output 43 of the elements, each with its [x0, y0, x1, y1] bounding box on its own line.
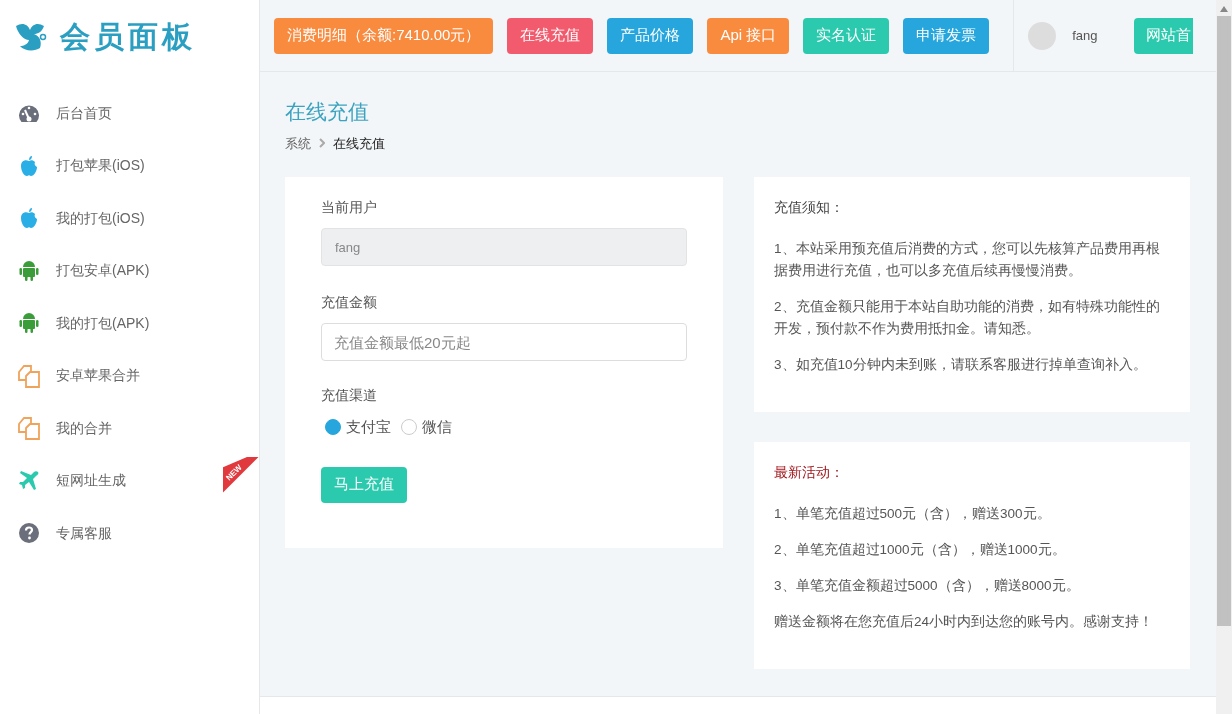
sidebar-item[interactable]: 专属客服 — [0, 507, 259, 560]
payment-radio[interactable]: 支付宝 — [325, 416, 391, 439]
android-icon — [19, 259, 39, 282]
payment-radio[interactable]: 微信 — [401, 416, 452, 439]
sidebar-item[interactable]: 我的合并 — [0, 402, 259, 455]
card-paragraph: 3、如充值10分钟内未到账，请联系客服进行掉单查询补入。 — [774, 356, 1148, 374]
card-paragraph: 2、充值金额只能用于本站自助功能的消费，如有特殊功能性的开发，预付款不作为费用抵扣金。请知悉。 — [774, 298, 1161, 338]
dashboard-gauge-icon — [17, 102, 41, 125]
card-paragraph: 3、单笔充值金额超过5000（含），赠送8000元。 — [774, 577, 1081, 595]
card-title: 充值须知： — [774, 198, 845, 217]
card-title: 最新活动： — [774, 463, 845, 482]
user-name: fang — [1072, 26, 1098, 45]
sidebar-item[interactable]: 后台首页 — [0, 87, 259, 140]
top-nav-button[interactable]: 在线充值 — [507, 17, 594, 54]
breadcrumb-item[interactable]: 系统 — [285, 133, 311, 153]
card-paragraph: 1、本站采用预充值后消费的方式，您可以先核算产品费用再根据费用进行充值，也可以多充值后续再慢慢消费。 — [774, 240, 1161, 280]
field-label: 当前用户 — [321, 198, 378, 217]
apple-icon — [19, 207, 39, 230]
user-avatar — [1028, 21, 1057, 50]
amount-field[interactable]: 充值金额最低20元起 — [321, 323, 687, 361]
scroll-up-icon[interactable] — [1220, 6, 1228, 12]
card-paragraph: 1、单笔充值超过500元（含），赠送300元。 — [774, 505, 1052, 523]
copy-documents-icon — [17, 416, 41, 441]
airplane-icon — [18, 469, 40, 492]
page-title: 在线充值 — [285, 99, 370, 125]
field-label: 充值渠道 — [321, 386, 378, 405]
help-icon — [18, 522, 40, 545]
chevron-right-icon — [319, 138, 325, 149]
sidebar-item[interactable]: 我的打包(APK) — [0, 297, 259, 350]
android-icon — [19, 312, 39, 335]
brand-title: 会员面板 — [60, 18, 196, 55]
sidebar-item[interactable]: 打包安卓(APK) — [0, 244, 259, 297]
sidebar-item[interactable]: 安卓苹果合并 — [0, 349, 259, 402]
apple-icon — [19, 154, 39, 177]
sidebar-item[interactable]: 我的打包(iOS) — [0, 192, 259, 245]
field-label: 充值金额 — [321, 293, 378, 312]
scrollbar-thumb[interactable] — [1217, 16, 1231, 626]
sidebar-item[interactable]: 打包苹果(iOS) — [0, 139, 259, 192]
card-paragraph: 2、单笔充值超过1000元（含），赠送1000元。 — [774, 541, 1067, 559]
breadcrumb-item: 在线充值 — [333, 134, 385, 153]
card-paragraph: 赠送金额将在您充值后24小时内到达您的账号内。感谢支持！ — [774, 613, 1155, 631]
scrollbar[interactable] — [1216, 0, 1232, 714]
copy-documents-icon — [17, 363, 41, 388]
